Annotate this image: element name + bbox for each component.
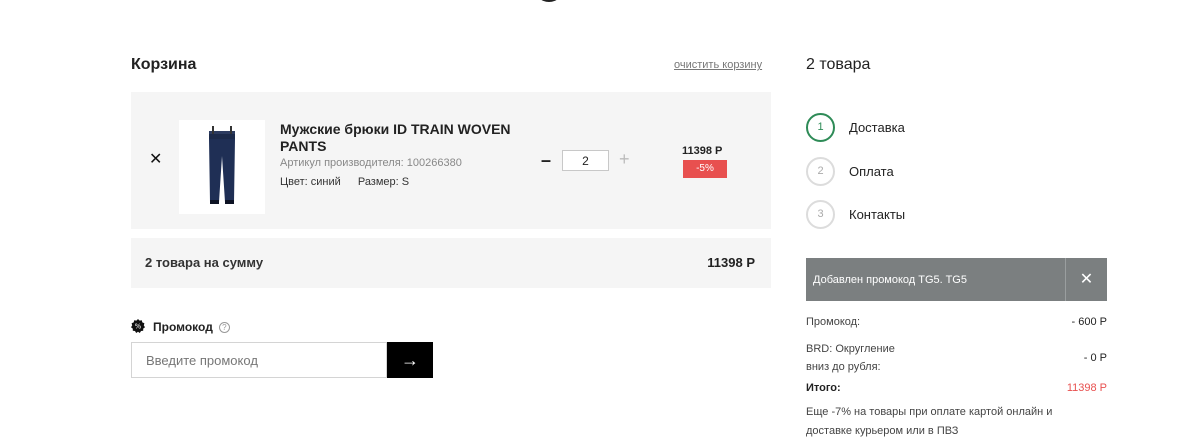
product-name[interactable]: Мужские брюки ID TRAIN WOVEN PANTS [280,121,530,155]
clear-cart-link[interactable]: очистить корзину [674,59,762,71]
step-contacts[interactable]: 3 Контакты [806,200,905,229]
step-number: 3 [806,200,835,229]
product-size: Размер: S [357,176,410,188]
promo-submit-button[interactable]: → [387,342,433,378]
step-number: 2 [806,157,835,186]
promo-discount-value: - 600 Р [1071,316,1107,328]
promo-badge-icon: % [131,319,145,333]
step-delivery[interactable]: 1 Доставка [806,113,905,142]
step-label: Доставка [849,120,905,135]
product-attributes: Цвет: синий Размер: S [280,176,409,188]
brand-logo [534,0,564,2]
promo-input[interactable] [131,342,387,378]
cart-item: ✕ Мужские брюки ID TRAIN WOVEN PANTS Арт… [131,92,771,229]
order-items-count: 2 товара [806,56,871,73]
total-row: Итого: 11398 Р [806,382,1107,394]
svg-text:%: % [135,323,142,331]
discount-badge: -5% [683,160,727,178]
close-icon: ✕ [1079,271,1094,288]
product-color: Цвет: синий [280,176,341,188]
quantity-increase-button[interactable]: + [619,150,630,168]
online-payment-note: Еще -7% на товары при оплате картой онла… [806,406,1053,437]
arrow-right-icon: → [401,350,419,370]
rounding-value: - 0 Р [1083,352,1107,364]
step-number: 1 [806,113,835,142]
promo-discount-label: Промокод: [806,316,861,328]
remove-item-icon[interactable]: ✕ [149,152,162,168]
remove-promo-button[interactable]: ✕ [1065,258,1107,301]
cart-summary-value: 11398 Р [707,255,755,270]
help-icon[interactable]: ? [218,321,230,333]
cart-summary-label: 2 товара на сумму [145,255,264,270]
product-article: Артикул производителя: 100266380 [280,157,462,169]
applied-promo-text: Добавлен промокод TG5. TG5 [813,274,967,286]
product-price: 11398 Р [682,145,723,157]
quantity-decrease-button[interactable]: – [541,151,551,169]
rounding-label-line2: вниз до рубля: [806,361,881,373]
step-payment[interactable]: 2 Оплата [806,157,894,186]
cart-title: Корзина [131,56,197,73]
cart-summary: 2 товара на сумму 11398 Р [131,238,771,288]
step-label: Оплата [849,164,894,179]
rounding-label-line1: BRD: Округление [806,343,895,355]
applied-promo-bar: Добавлен промокод TG5. TG5 ✕ [806,258,1107,301]
quantity-input[interactable] [562,150,609,171]
total-label: Итого: [806,382,841,394]
promo-header: % Промокод ? [131,318,230,334]
rounding-row: BRD: Округление вниз до рубля: - 0 Р [806,340,1107,376]
promo-discount-row: Промокод: - 600 Р [806,316,1107,328]
step-label: Контакты [849,207,906,222]
promo-label: Промокод [153,320,213,334]
total-value: 11398 Р [1066,382,1107,394]
product-image[interactable] [179,120,265,214]
